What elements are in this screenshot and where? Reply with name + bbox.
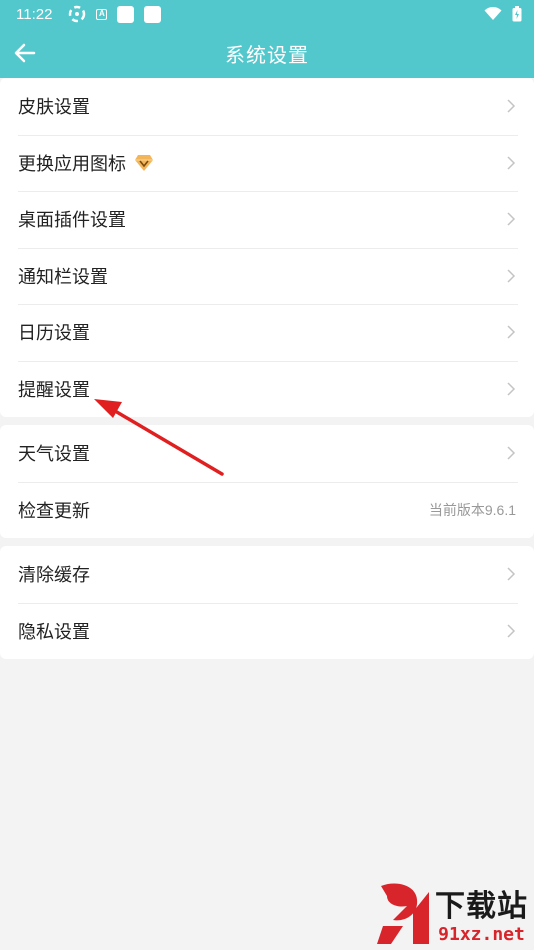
settings-item-label: 通知栏设置 — [18, 266, 108, 288]
chevron-right-icon — [507, 156, 516, 170]
site-watermark: 下载站 91xz.net — [373, 882, 528, 946]
settings-item-app-icon[interactable]: 更换应用图标 — [0, 134, 534, 192]
page-title: 系统设置 — [225, 42, 309, 67]
watermark-url: 91xz.net — [438, 924, 525, 945]
watermark-title: 下载站 — [435, 889, 528, 924]
settings-item-label: 检查更新 — [18, 500, 90, 522]
settings-item-clear-cache[interactable]: 清除缓存 — [0, 546, 534, 603]
a-notification-icon: A — [96, 8, 108, 20]
app-square-icon — [117, 5, 135, 23]
app-header: 系统设置 — [0, 28, 534, 78]
settings-item-desktop-widget[interactable]: 桌面插件设置 — [0, 191, 534, 248]
settings-list: 皮肤设置 更换应用图标 桌面插件设置 通知栏设置 日历设置 提醒设置 天气设置 … — [0, 78, 534, 659]
settings-item-label: 日历设置 — [18, 323, 90, 345]
settings-item-label: 提醒设置 — [18, 379, 90, 401]
settings-item-calendar[interactable]: 日历设置 — [0, 304, 534, 361]
settings-item-weather[interactable]: 天气设置 — [0, 425, 534, 482]
wifi-icon — [484, 7, 502, 21]
chevron-right-icon — [507, 446, 516, 460]
status-bar: 11:22 A — [0, 0, 534, 28]
settings-item-privacy[interactable]: 隐私设置 — [0, 602, 534, 660]
settings-item-check-update[interactable]: 检查更新 当前版本9.6.1 — [0, 481, 534, 539]
settings-item-label: 皮肤设置 — [18, 97, 90, 119]
settings-item-label: 更换应用图标 — [18, 153, 126, 175]
chevron-right-icon — [507, 325, 516, 339]
settings-item-reminder[interactable]: 提醒设置 — [0, 360, 534, 418]
chevron-right-icon — [507, 624, 516, 638]
settings-item-notification-bar[interactable]: 通知栏设置 — [0, 247, 534, 305]
version-value: 当前版本9.6.1 — [428, 501, 516, 518]
chevron-right-icon — [507, 212, 516, 226]
chevron-right-icon — [507, 99, 516, 113]
app-square-icon — [144, 5, 162, 23]
settings-item-label: 天气设置 — [18, 444, 90, 466]
watermark-logo-icon — [377, 883, 429, 944]
settings-item-skin[interactable]: 皮肤设置 — [0, 78, 534, 135]
vip-diamond-icon — [135, 154, 153, 171]
chevron-right-icon — [507, 567, 516, 581]
battery-icon — [512, 6, 522, 22]
settings-item-label: 隐私设置 — [18, 621, 90, 643]
settings-group-privacy: 清除缓存 隐私设置 — [0, 546, 534, 659]
chevron-right-icon — [507, 269, 516, 283]
settings-item-label: 清除缓存 — [18, 565, 90, 587]
sync-icon — [68, 5, 86, 23]
settings-group-appearance: 皮肤设置 更换应用图标 桌面插件设置 通知栏设置 日历设置 提醒设置 — [0, 78, 534, 417]
settings-group-general: 天气设置 检查更新 当前版本9.6.1 — [0, 425, 534, 538]
settings-item-label: 桌面插件设置 — [18, 210, 126, 232]
arrow-left-icon[interactable] — [12, 40, 38, 66]
chevron-right-icon — [507, 382, 516, 396]
status-time: 11:22 — [16, 5, 53, 23]
